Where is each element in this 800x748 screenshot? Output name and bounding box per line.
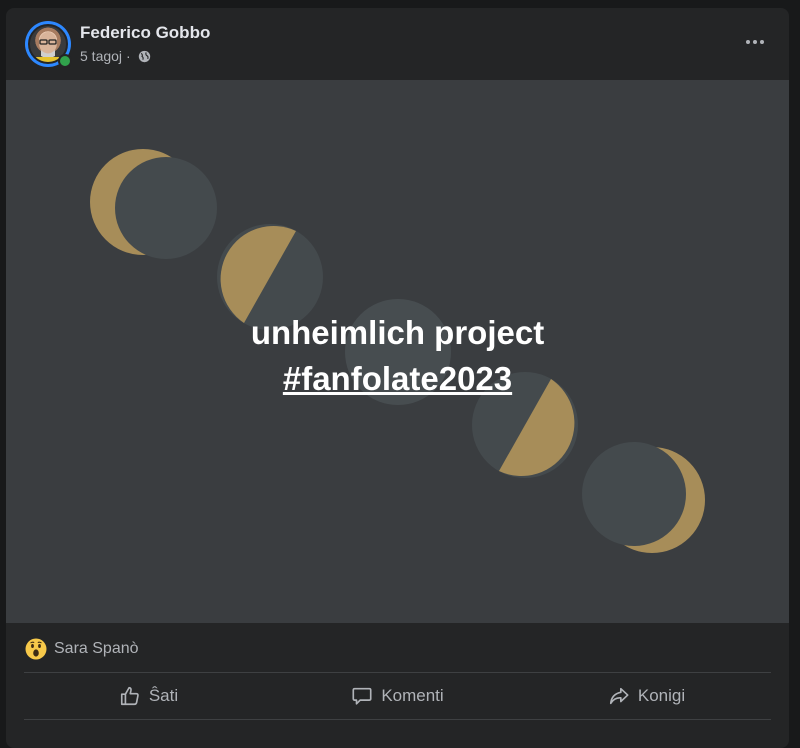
post-image-caption: unheimlich project #fanfolate2023 xyxy=(6,310,789,402)
share-icon xyxy=(609,687,629,705)
thumbs-up-icon xyxy=(120,686,139,706)
post-header: Federico Gobbo 5 tagoj · xyxy=(6,8,789,80)
meta-separator: · xyxy=(126,48,131,64)
globe-icon[interactable] xyxy=(138,50,151,63)
like-label: Ŝati xyxy=(148,686,179,705)
wow-reaction-icon xyxy=(25,638,47,660)
comment-button[interactable]: Komenti xyxy=(273,674,522,718)
author-name[interactable]: Federico Gobbo xyxy=(80,23,210,43)
comment-icon xyxy=(352,687,372,705)
share-label: Konigi xyxy=(637,686,686,705)
moon-phase-1 xyxy=(90,149,217,259)
post-card: Federico Gobbo 5 tagoj · unheimlich proj… xyxy=(6,8,789,748)
post-meta: 5 tagoj · xyxy=(80,48,151,64)
like-button[interactable]: Ŝati xyxy=(24,674,273,718)
post-time[interactable]: 5 tagoj xyxy=(80,48,122,64)
moon-phase-5 xyxy=(582,442,705,553)
post-actions: Ŝati Komenti Konigi xyxy=(24,674,771,718)
more-options-button[interactable] xyxy=(743,32,767,52)
divider xyxy=(24,672,771,673)
reaction-names[interactable]: Sara Spanò xyxy=(54,640,139,658)
author-avatar[interactable] xyxy=(25,21,72,68)
hashtag-link[interactable]: #fanfolate2023 xyxy=(283,360,512,397)
share-button[interactable]: Konigi xyxy=(522,674,771,718)
divider xyxy=(24,719,771,720)
post-image[interactable]: unheimlich project #fanfolate2023 xyxy=(6,80,789,623)
reactions-summary[interactable]: Sara Spanò xyxy=(25,635,139,663)
caption-line: unheimlich project xyxy=(250,314,545,351)
online-status-dot xyxy=(58,54,72,68)
more-horizontal-icon xyxy=(746,40,750,44)
comment-label: Komenti xyxy=(381,686,444,705)
